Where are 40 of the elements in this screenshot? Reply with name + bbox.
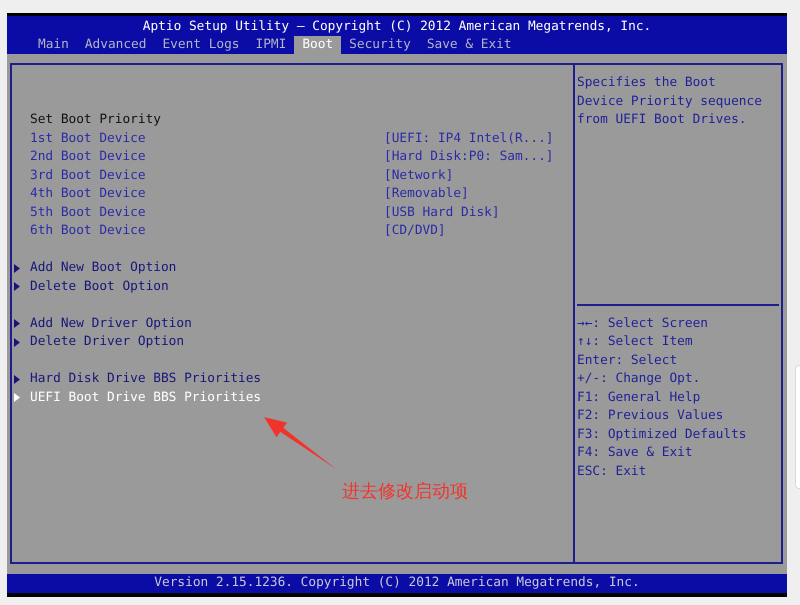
submenu-item[interactable]: Delete Driver Option xyxy=(14,333,184,352)
key-hint: F1: General Help xyxy=(577,390,700,404)
boot-device-value[interactable]: [Network] xyxy=(384,166,454,185)
boot-device-label[interactable]: 4th Boot Device xyxy=(30,186,146,201)
key-hint: →←: Select Screen xyxy=(577,316,708,330)
boot-device-label[interactable]: 3rd Boot Device xyxy=(30,168,146,182)
menu-tab[interactable]: Save & Exit xyxy=(418,36,520,54)
annotation-arrow xyxy=(264,417,336,469)
menu-tab[interactable]: Boot xyxy=(294,36,342,54)
submenu-item[interactable]: UEFI Boot Drive BBS Priorities xyxy=(14,388,262,407)
key-hint: F3: Optimized Defaults xyxy=(577,426,746,442)
menu-tab[interactable]: Security xyxy=(341,36,419,54)
annotation-text: 进去修改启动项 xyxy=(342,481,468,503)
boot-device-label[interactable]: 6th Boot Device xyxy=(30,223,146,238)
key-hint: ↑↓: Select Item xyxy=(577,334,693,349)
boot-device-value[interactable]: [Removable] xyxy=(384,185,469,204)
submenu-item[interactable]: Add New Driver Option xyxy=(14,314,192,333)
menu-tab[interactable]: Advanced xyxy=(76,36,154,54)
boot-device-label[interactable]: 2nd Boot Device xyxy=(30,149,146,164)
submenu-item[interactable]: Hard Disk Drive BBS Priorities xyxy=(14,370,262,388)
section-title: Set Boot Priority xyxy=(30,112,161,127)
help-description: Specifies the Boot Device Priority sequence from UEFI Boot Drives. xyxy=(577,74,763,129)
boot-device-value[interactable]: [CD/DVD] xyxy=(384,222,446,240)
boot-device-value[interactable]: [Hard Disk:P0: Sam...] xyxy=(384,148,554,166)
boot-device-value[interactable]: [UEFI: IP4 Intel(R...] xyxy=(384,130,554,148)
menu-tab[interactable]: Main xyxy=(30,36,77,54)
boot-device-label[interactable]: 1st Boot Device xyxy=(30,130,146,146)
submenu-item[interactable]: Delete Boot Option xyxy=(14,278,169,296)
menu-tab[interactable]: Event Logs xyxy=(154,36,248,54)
window-title: Aptio Setup Utility – Copyright (C) 2012 American Megatrends, Inc. xyxy=(142,18,652,36)
submenu-item[interactable]: Add New Boot Option xyxy=(14,259,176,278)
copyright-text: Version 2.15.1236. Copyright (C) 2012 American Megatrends, Inc. xyxy=(154,574,640,592)
key-hint: F4: Save & Exit xyxy=(577,445,693,460)
boot-device-value[interactable]: [USB Hard Disk] xyxy=(384,204,500,222)
menu-tab[interactable]: IPMI xyxy=(248,36,294,54)
key-hint: Enter: Select xyxy=(577,352,678,368)
key-hint: F2: Previous Values xyxy=(577,408,724,423)
key-hint: ESC: Exit xyxy=(577,464,646,478)
boot-device-label[interactable]: 5th Boot Device xyxy=(30,204,146,220)
key-hint: +/-: Change Opt. xyxy=(577,371,700,386)
